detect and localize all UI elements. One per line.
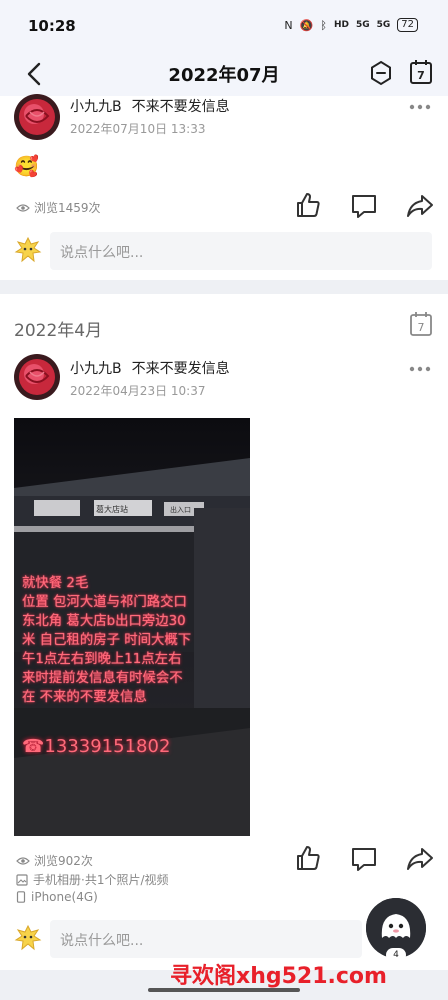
more-options-icon[interactable] bbox=[408, 102, 432, 112]
avatar[interactable] bbox=[14, 354, 60, 400]
watermark-text: 寻欢阁xhg521.com bbox=[170, 964, 387, 989]
app-header: 2022年07月 7 bbox=[0, 52, 448, 96]
username[interactable]: 小九九B bbox=[70, 99, 122, 115]
more-options-icon[interactable] bbox=[408, 364, 432, 374]
post-author-line: 小九九B 不来不要发信息 bbox=[70, 96, 230, 116]
view-count-label: 浏览902次 bbox=[34, 854, 93, 868]
mascot-icon bbox=[14, 236, 42, 263]
post-card: 小九九B 不来不要发信息 2022年07月10日 13:33 🥰 浏览1459次 … bbox=[0, 94, 448, 280]
image-text-line: 午1点左右到晚上11点左右 bbox=[22, 652, 182, 667]
bluetooth-icon: ᛒ bbox=[320, 18, 327, 32]
username[interactable]: 小九九B bbox=[70, 361, 122, 377]
mute-icon: 🔕 bbox=[299, 18, 314, 32]
view-count: 浏览902次 bbox=[16, 852, 93, 869]
phone-device-icon bbox=[16, 891, 26, 903]
calendar-day-label: 7 bbox=[418, 321, 425, 334]
comment-input[interactable]: 说点什么吧... bbox=[50, 232, 432, 270]
post-caption: 不来不要发信息 bbox=[131, 99, 230, 115]
post-source: 手机相册·共1个照片/视频 bbox=[16, 871, 169, 888]
image-text-line: 在 不来的不要发信息 bbox=[22, 690, 147, 705]
hexagon-icon[interactable] bbox=[368, 59, 394, 87]
calendar-day-label: 7 bbox=[417, 69, 425, 82]
phone-number: 13339151802 bbox=[44, 736, 171, 757]
month-section-card: 2022年4月 7 小九九B 不来不要发信息 2022年04月23日 10:37 bbox=[0, 294, 448, 970]
home-gesture-bar[interactable] bbox=[148, 988, 300, 992]
post-emoji: 🥰 bbox=[14, 154, 39, 178]
nfc-icon: N bbox=[284, 18, 293, 32]
comment-input[interactable]: 说点什么吧... bbox=[50, 920, 362, 958]
mascot-icon bbox=[14, 924, 42, 951]
status-icons: N 🔕 ᛒ HD 5G 5G 72 bbox=[284, 18, 418, 32]
signal-icon-2: 5G bbox=[376, 20, 391, 30]
post-device: iPhone(4G) bbox=[16, 890, 98, 904]
image-text-line: 就快餐 2毛 bbox=[22, 576, 89, 591]
eye-icon bbox=[16, 203, 30, 212]
image-text-overlay: 就快餐 2毛 位置 包河大道与祁门路交口 东北角 葛大店b出口旁边30 米 自己… bbox=[22, 574, 246, 707]
post-timestamp: 2022年07月10日 13:33 bbox=[70, 122, 206, 136]
signal-icon: 5G bbox=[355, 20, 370, 30]
post-device-label: iPhone(4G) bbox=[31, 890, 98, 904]
image-text-line: 东北角 葛大店b出口旁边30 bbox=[22, 614, 186, 629]
share-icon[interactable] bbox=[406, 845, 434, 873]
album-icon bbox=[16, 873, 28, 886]
exit-sign: 出入口 bbox=[170, 506, 191, 514]
status-time: 10:28 bbox=[28, 17, 76, 35]
post-image[interactable]: 葛大店站 出入口 就快餐 2毛 位置 包河大道与祁门路交口 东北角 葛大店b出口… bbox=[14, 418, 250, 836]
share-icon[interactable] bbox=[406, 192, 434, 220]
post-author-line: 小九九B 不来不要发信息 bbox=[70, 358, 230, 378]
image-text-line: 位置 包河大道与祁门路交口 bbox=[22, 595, 187, 610]
month-heading: 2022年4月 bbox=[14, 321, 103, 341]
like-icon[interactable] bbox=[294, 844, 322, 872]
image-phone-number: ☎13339151802 bbox=[22, 736, 170, 757]
comment-icon[interactable] bbox=[350, 192, 378, 220]
view-count-label: 浏览1459次 bbox=[34, 201, 101, 215]
post-source-label: 手机相册·共1个照片/视频 bbox=[33, 873, 169, 887]
station-sign: 葛大店站 bbox=[96, 505, 128, 514]
image-text-line: 来时提前发信息有时候会不 bbox=[22, 671, 183, 686]
fab-badge: 4 bbox=[386, 948, 406, 962]
comment-icon[interactable] bbox=[350, 845, 378, 873]
post-caption: 不来不要发信息 bbox=[131, 361, 230, 377]
avatar[interactable] bbox=[14, 94, 60, 140]
like-icon[interactable] bbox=[294, 191, 322, 219]
calendar-icon[interactable]: 7 bbox=[408, 58, 434, 86]
eye-icon bbox=[16, 856, 30, 865]
phone-icon: ☎ bbox=[22, 736, 45, 757]
hd-icon: HD bbox=[333, 20, 349, 30]
view-count: 浏览1459次 bbox=[16, 199, 101, 216]
status-bar: 10:28 N 🔕 ᛒ HD 5G 5G 72 bbox=[0, 0, 448, 52]
battery-icon: 72 bbox=[397, 18, 418, 32]
image-text-line: 米 自己租的房子 时间大概下 bbox=[22, 633, 192, 648]
post-timestamp: 2022年04月23日 10:37 bbox=[70, 384, 206, 398]
calendar-icon[interactable]: 7 bbox=[408, 311, 434, 337]
